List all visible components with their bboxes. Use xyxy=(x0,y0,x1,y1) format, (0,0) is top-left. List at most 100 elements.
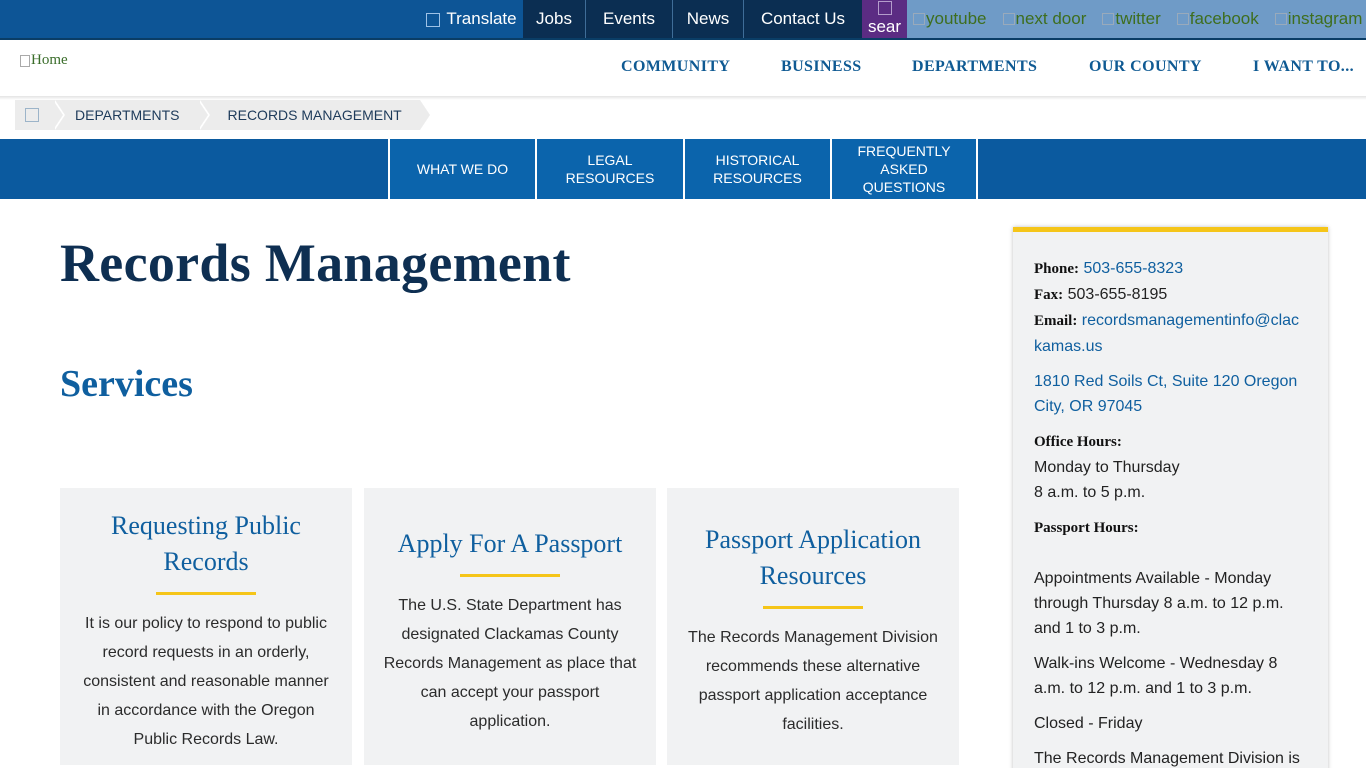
twitter-link[interactable]: twitter xyxy=(1102,9,1161,29)
subnav-faq[interactable]: FREQUENTLY ASKED QUESTIONS xyxy=(830,139,976,199)
facebook-link[interactable]: facebook xyxy=(1176,9,1259,29)
subnav-legal-resources[interactable]: LEGAL RESOURCES xyxy=(535,139,683,199)
address-row: 1810 Red Soils Ct, Suite 120 Oregon City,… xyxy=(1034,369,1306,419)
nav-community[interactable]: COMMUNITY xyxy=(621,58,730,76)
card-title[interactable]: Requesting Public Records xyxy=(60,488,352,580)
breadcrumb: DEPARTMENTS RECORDS MANAGEMENT xyxy=(15,100,432,130)
subnav-label: QUESTIONS xyxy=(862,179,946,195)
youtube-link[interactable]: youtube xyxy=(913,9,987,29)
subnav-divider xyxy=(976,139,978,199)
card-passport-application-resources[interactable]: Passport Application Resources The Recor… xyxy=(667,488,959,765)
phone-label: Phone: xyxy=(1034,261,1079,277)
search-icon xyxy=(877,1,892,15)
subnav-historical-resources[interactable]: HISTORICAL RESOURCES xyxy=(683,139,830,199)
passport-hours-label-row: Passport Hours: xyxy=(1034,515,1306,541)
subnav-label: HISTORICAL xyxy=(715,152,800,168)
email-row: Email: recordsmanagementinfo@clac kamas.u… xyxy=(1034,308,1306,359)
contact-us-link[interactable]: Contact Us xyxy=(744,0,862,38)
card-text-line: designated Clackamas County xyxy=(401,626,619,643)
card-apply-for-passport[interactable]: Apply For A Passport The U.S. State Depa… xyxy=(364,488,656,765)
card-description: The U.S. State Department has designated… xyxy=(364,591,656,736)
walkins-text: Walk-ins Welcome - Wednesday 8 xyxy=(1034,655,1278,672)
email-text: kamas.us xyxy=(1034,338,1103,355)
youtube-icon xyxy=(913,13,925,25)
card-title-line: Requesting Public xyxy=(111,511,301,540)
card-text-line: in accordance with the Oregon xyxy=(97,702,315,719)
facebook-icon xyxy=(1176,13,1189,25)
news-link[interactable]: News xyxy=(673,0,744,38)
card-title[interactable]: Passport Application Resources xyxy=(667,488,959,594)
address-text: City, OR 97045 xyxy=(1034,398,1143,415)
contact-sidebar: Phone: 503-655-8323 Fax: 503-655-8195 Em… xyxy=(1013,227,1328,768)
nav-business[interactable]: BUSINESS xyxy=(781,58,862,76)
office-hours-label-row: Office Hours: xyxy=(1034,429,1306,455)
events-link[interactable]: Events xyxy=(586,0,673,38)
card-requesting-public-records[interactable]: Requesting Public Records It is our poli… xyxy=(60,488,352,765)
subnav-label: WHAT WE DO xyxy=(416,161,509,177)
breadcrumb-departments[interactable]: DEPARTMENTS xyxy=(53,100,209,130)
jobs-link[interactable]: Jobs xyxy=(523,0,586,38)
division-text: The Records Management Division is xyxy=(1034,750,1300,767)
office-hours-text: 8 a.m. to 5 p.m. xyxy=(1034,484,1146,501)
card-text-line: can accept your passport xyxy=(420,684,600,701)
logo-alt-text: Home xyxy=(31,52,68,68)
nav-departments[interactable]: DEPARTMENTS xyxy=(912,58,1037,76)
walkins-text: a.m. to 12 p.m. and 1 to 3 p.m. xyxy=(1034,680,1252,697)
subnav-what-we-do[interactable]: WHAT WE DO xyxy=(388,139,535,199)
subnav-label: RESOURCES xyxy=(565,170,655,186)
card-accent-rule xyxy=(460,574,560,577)
utility-bar: Translate Jobs Events News Contact Us se… xyxy=(0,0,1366,40)
card-title[interactable]: Apply For A Passport xyxy=(364,488,656,562)
fax-number: 503-655-8195 xyxy=(1067,286,1168,303)
fax-row: Fax: 503-655-8195 xyxy=(1034,282,1306,308)
card-text-line: Public Records Law. xyxy=(133,731,279,748)
closed-text: Closed - Friday xyxy=(1034,715,1143,732)
instagram-icon xyxy=(1274,13,1287,25)
address-map-link[interactable]: 1810 Red Soils Ct, Suite 120 Oregon City,… xyxy=(1034,373,1297,415)
department-subnav: WHAT WE DO LEGAL RESOURCES HISTORICAL RESO… xyxy=(0,139,1366,199)
email-text: recordsmanagementinfo@clac xyxy=(1081,312,1300,329)
search-alt-text: sear xyxy=(867,17,902,36)
logo-image-icon xyxy=(20,54,30,67)
email-label: Email: xyxy=(1034,313,1078,329)
social-links: youtube next door twitter facebook insta… xyxy=(907,0,1366,38)
card-title-line: Apply For A Passport xyxy=(397,529,623,558)
card-text-line: It is our policy to respond to public xyxy=(85,615,327,632)
card-text-line: consistent and reasonable manner xyxy=(83,673,329,690)
nextdoor-link[interactable]: next door xyxy=(1002,9,1086,29)
fax-label: Fax: xyxy=(1034,287,1064,303)
nav-i-want-to[interactable]: I WANT TO... xyxy=(1253,58,1354,76)
instagram-link[interactable]: instagram xyxy=(1274,9,1362,29)
card-text-line: passport application acceptance xyxy=(698,687,928,704)
nav-our-county[interactable]: OUR COUNTY xyxy=(1089,58,1202,76)
card-description: It is our policy to respond to public re… xyxy=(60,609,352,754)
appointments-text: Appointments Available - Monday xyxy=(1034,570,1272,587)
card-title-line: Passport Application xyxy=(705,525,921,554)
phone-row: Phone: 503-655-8323 xyxy=(1034,256,1306,282)
appointments-text: through Thursday 8 a.m. to 12 p.m. xyxy=(1034,595,1284,612)
card-text-line: record requests in an orderly, xyxy=(102,644,310,661)
breadcrumb-home[interactable] xyxy=(15,100,65,130)
office-hours-text: Monday to Thursday xyxy=(1034,459,1180,476)
card-text-line: facilities. xyxy=(782,716,844,733)
search-button[interactable]: sear xyxy=(862,0,907,38)
address-text: 1810 Red Soils Ct, Suite 120 Oregon xyxy=(1034,373,1298,390)
translate-icon xyxy=(426,13,441,27)
card-text-line: The Records Management Division xyxy=(688,629,938,646)
card-title-line: Resources xyxy=(759,561,867,590)
office-hours-label: Office Hours: xyxy=(1034,434,1122,450)
home-logo-link[interactable]: Home xyxy=(20,52,68,69)
appointments-text: and 1 to 3 p.m. xyxy=(1034,620,1141,637)
phone-link[interactable]: 503-655-8323 xyxy=(1083,260,1183,277)
breadcrumb-records-management[interactable]: RECORDS MANAGEMENT xyxy=(197,100,432,130)
card-accent-rule xyxy=(763,606,863,609)
nextdoor-icon xyxy=(1002,13,1015,25)
translate-button[interactable]: Translate xyxy=(420,0,523,38)
subnav-label: RESOURCES xyxy=(713,170,802,186)
